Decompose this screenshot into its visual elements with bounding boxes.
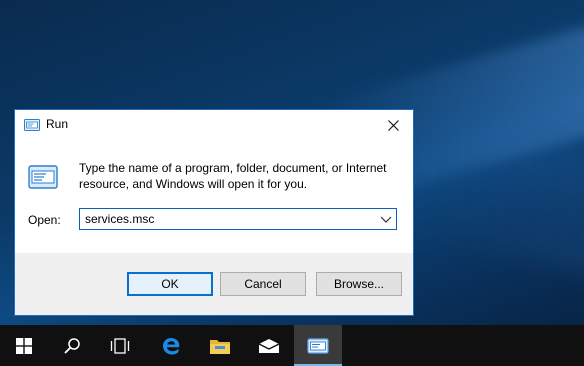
chevron-down-icon[interactable] (380, 214, 392, 224)
run-large-icon (28, 165, 58, 189)
title-bar[interactable]: Run (15, 110, 413, 140)
wallpaper-light-beam-lower (420, 118, 584, 302)
mail-icon (258, 338, 280, 353)
open-combobox[interactable] (79, 208, 397, 230)
edge-taskbar-button[interactable] (147, 325, 195, 366)
windows-start-icon (16, 337, 32, 354)
task-view-icon (110, 337, 130, 354)
dialog-description: Type the name of a program, folder, docu… (79, 161, 387, 191)
ok-button[interactable]: OK (127, 272, 213, 296)
run-app-icon (24, 119, 40, 131)
task-view-button[interactable] (96, 325, 144, 366)
open-label: Open: (28, 213, 61, 227)
run-dialog: Run Type the name of a program, folder, … (14, 109, 414, 316)
run-taskbar-button[interactable] (294, 325, 342, 366)
edge-icon (163, 337, 180, 354)
file-explorer-taskbar-button[interactable] (196, 325, 244, 366)
search-button[interactable] (48, 325, 96, 366)
close-icon (387, 119, 399, 131)
close-button[interactable] (373, 110, 413, 140)
window-title: Run (46, 117, 69, 131)
search-icon (64, 337, 80, 354)
mail-taskbar-button[interactable] (245, 325, 293, 366)
open-input[interactable] (85, 211, 365, 227)
taskbar (0, 325, 584, 366)
cancel-button[interactable]: Cancel (220, 272, 306, 296)
run-icon (307, 337, 329, 354)
browse-button[interactable]: Browse... (316, 272, 402, 296)
file-explorer-icon (210, 339, 230, 354)
start-button[interactable] (0, 325, 48, 366)
